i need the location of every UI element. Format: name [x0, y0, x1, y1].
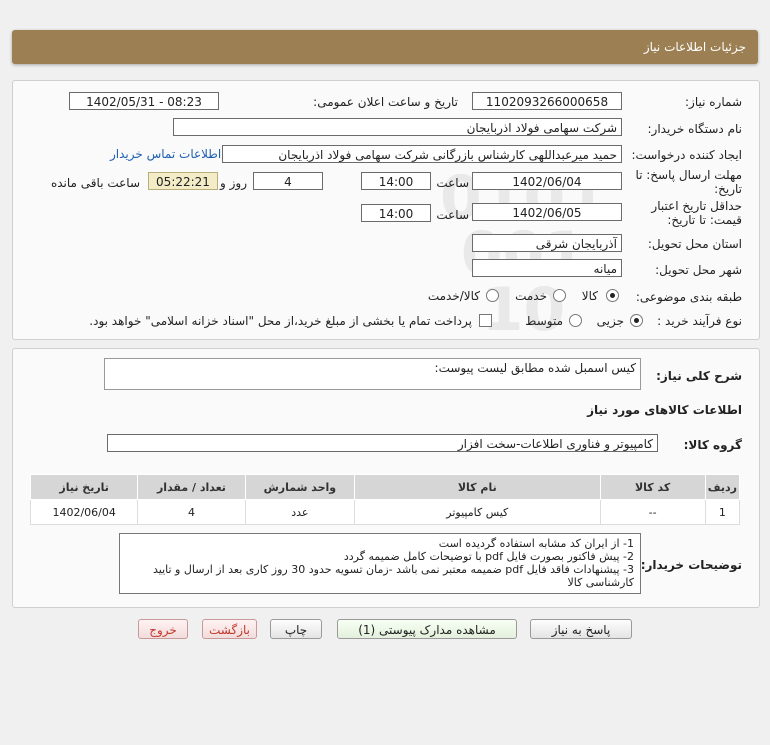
validity-date-field: 1402/06/05 [472, 203, 622, 221]
province-label: استان محل تحویل: [647, 237, 742, 251]
print-button[interactable]: چاپ [270, 619, 322, 639]
buyer-notes-box[interactable]: 1- از ایران کد مشابه استفاده گردیده است … [119, 533, 641, 594]
goods-section-title: اطلاعات کالاهای مورد نیاز [587, 403, 742, 417]
city-label: شهر محل تحویل: [655, 263, 742, 277]
col-header-quantity: تعداد / مقدار [137, 474, 246, 500]
page-header: جزئیات اطلاعات نیاز [12, 30, 758, 64]
exit-button[interactable]: خروج [138, 619, 188, 639]
validity-label-line1: حداقل تاریخ اعتبار [651, 199, 742, 213]
category-radio-service[interactable] [553, 289, 566, 302]
buyer-org-label: نام دستگاه خریدار: [647, 122, 743, 136]
buyer-note-line-3: 3- پیشنهادات فاقد فایل pdf ضمیمه معتبر ن… [152, 563, 634, 589]
city-field: میانه [472, 259, 622, 277]
validity-label: حداقل تاریخ اعتبار قیمت: تا تاریخ: [651, 199, 742, 227]
cell-quantity: 4 [137, 499, 246, 525]
col-header-name: نام کالا [354, 474, 601, 500]
reply-button[interactable]: پاسخ به نیاز [530, 619, 632, 639]
process-radio-minor[interactable] [630, 314, 643, 327]
cell-code: -- [599, 499, 706, 525]
deadline-time-label: ساعت [436, 176, 469, 190]
cell-date: 1402/06/04 [29, 499, 139, 525]
summary-label: شرح کلی نیاز: [656, 369, 742, 383]
col-header-code: کد کالا [599, 474, 706, 500]
deadline-date-field: 1402/06/04 [472, 172, 622, 190]
category-option-goods-service: کالا/خدمت [427, 289, 480, 303]
goods-table: تاریخ نیاز تعداد / مقدار واحد شمارش نام … [29, 474, 741, 525]
announce-datetime-field: 1402/05/31 - 08:23 [69, 92, 219, 110]
category-label: طبقه بندی موضوعی: [635, 290, 742, 304]
buyer-note-line-1: 1- از ایران کد مشابه استفاده گردیده است [438, 537, 634, 550]
back-button[interactable]: بازگشت [202, 619, 257, 639]
deadline-label-line1: مهلت ارسال پاسخ: تا [635, 168, 742, 182]
buyer-notes-label: توضیحات خریدار: [640, 558, 742, 572]
deadline-label: مهلت ارسال پاسخ: تا تاریخ: [635, 168, 742, 196]
cell-unit: عدد [244, 499, 356, 525]
summary-field: کیس اسمبل شده مطابق لیست پیوست: [104, 358, 641, 390]
col-header-date: تاریخ نیاز [29, 474, 139, 500]
need-number-field: 1102093266000658 [472, 92, 622, 110]
summary-value: کیس اسمبل شده مطابق لیست پیوست: [434, 361, 636, 375]
col-header-unit: واحد شمارش [244, 474, 356, 500]
cell-row: 1 [704, 499, 741, 525]
view-attachments-button[interactable]: مشاهده مدارک پیوستی (1) [337, 619, 517, 639]
buyer-note-line-2: 2- پیش فاکتور بصورت فایل pdf با توضیحات … [343, 550, 634, 563]
page-title: جزئیات اطلاعات نیاز [643, 40, 746, 54]
category-radio-goods[interactable] [606, 289, 619, 302]
deadline-label-line2: تاریخ: [714, 182, 742, 196]
need-number-label: شماره نیاز: [685, 95, 742, 109]
treasury-payment-checkbox[interactable] [479, 314, 492, 327]
buyer-contact-link[interactable]: اطلاعات تماس خریدار [110, 147, 221, 161]
category-option-service: خدمت [515, 289, 547, 303]
process-option-minor: جزیی [596, 314, 624, 328]
province-field: آذربایجان شرقی [472, 234, 622, 252]
category-radio-goods-service[interactable] [486, 289, 499, 302]
process-radio-medium[interactable] [569, 314, 582, 327]
process-option-medium: متوسط [525, 314, 563, 328]
buyer-org-field: شرکت سهامی فولاد اذربایجان [173, 118, 622, 136]
days-label: روز و [220, 176, 247, 190]
announce-datetime-label: تاریخ و ساعت اعلان عمومی: [313, 95, 458, 109]
creator-label: ایجاد کننده درخواست: [631, 148, 742, 162]
process-label: نوع فرآیند خرید : [657, 314, 742, 328]
creator-field: حمید میرعبداللهی کارشناس بازرگانی شرکت س… [222, 145, 622, 163]
remaining-time-label: ساعت باقی مانده [50, 176, 140, 190]
validity-time-field: 14:00 [361, 204, 431, 222]
category-option-goods: کالا [581, 289, 598, 303]
goods-table-header: تاریخ نیاز تعداد / مقدار واحد شمارش نام … [29, 474, 741, 500]
goods-group-field: کامپیوتر و فناوری اطلاعات-سخت افزار [107, 434, 658, 452]
treasury-payment-text: پرداخت تمام یا بخشی از مبلغ خرید،از محل … [89, 314, 472, 328]
table-row: 1402/06/04 4 عدد کیس کامپیوتر -- 1 [29, 499, 741, 525]
remaining-days-field: 4 [253, 172, 323, 190]
cell-name: کیس کامپیوتر [354, 499, 601, 525]
goods-group-label: گروه کالا: [683, 438, 742, 452]
deadline-time-field: 14:00 [361, 172, 431, 190]
validity-time-label: ساعت [436, 208, 469, 222]
remaining-time-counter: 05:22:21 [148, 172, 218, 190]
col-header-row: ردیف [704, 474, 741, 500]
validity-label-line2: قیمت: تا تاریخ: [667, 213, 742, 227]
